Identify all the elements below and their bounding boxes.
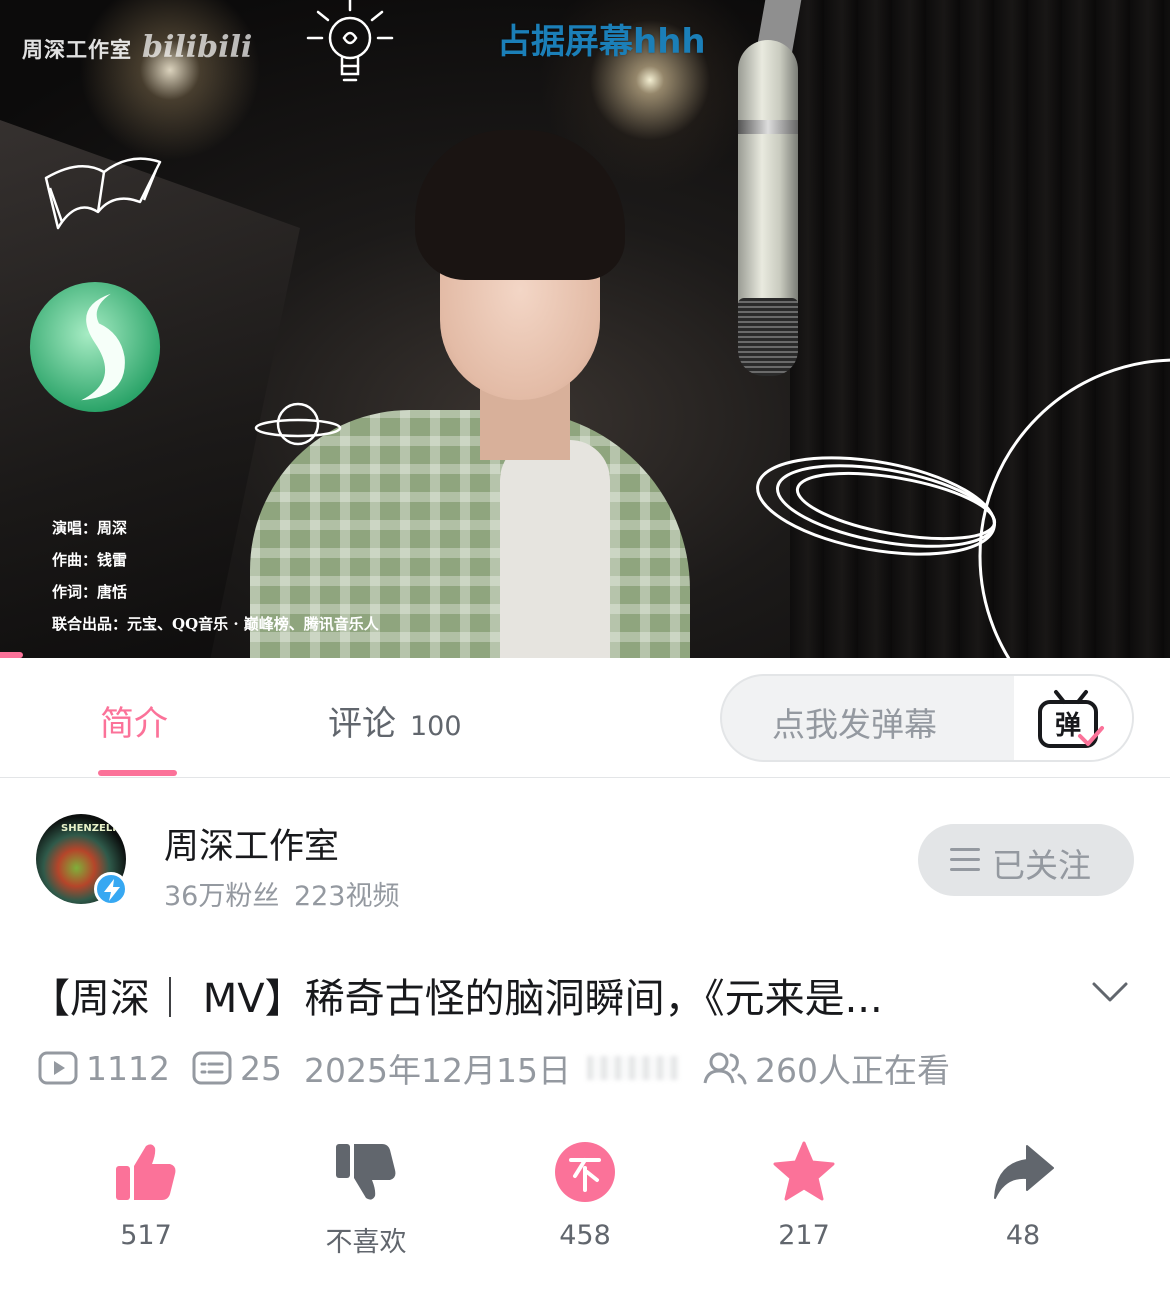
video-count: 223视频 — [293, 881, 400, 912]
uploader-card: SHENZELF 周深工作室 36万粉丝 223视频 已关注 — [0, 778, 1170, 928]
tab-intro-label: 简介 — [100, 704, 168, 744]
view-count: 1112 — [86, 1048, 170, 1088]
credit-line: 作词：唐恬 — [52, 583, 128, 601]
favorite-button[interactable]: 217 — [724, 1140, 884, 1251]
video-credits: 演唱：周深 作曲：钱雷 作词：唐恬 联合出品：元宝、QQ音乐 · 巅峰榜、腾讯音… — [52, 512, 379, 640]
follow-label: 已关注 — [992, 846, 1091, 885]
tab-intro[interactable]: 简介 — [100, 696, 168, 745]
danmaku-tv-icon: 弹 — [1038, 690, 1104, 748]
menu-icon — [950, 848, 980, 872]
action-bar: 517 不喜欢 458 217 48 — [0, 1140, 1170, 1280]
tab-comments[interactable]: 评论 100 — [328, 696, 462, 745]
video-player[interactable]: 周深工作室 bilibili 占据屏幕hhh 演唱：周深 作曲：钱雷 作词：唐恬… — [0, 0, 1170, 658]
danmaku-comment: 占据屏幕hhh — [497, 22, 706, 62]
play-count-icon — [38, 1051, 78, 1085]
active-tab-indicator — [98, 770, 177, 776]
svg-text:弹: 弹 — [1055, 711, 1081, 741]
thumbs-down-icon — [336, 1144, 396, 1200]
share-icon — [994, 1145, 1054, 1199]
blurred-time — [586, 1056, 679, 1080]
book-doodle — [44, 157, 162, 230]
video-meta: 1112 25 2025年12月15日 260人正在看 — [38, 1046, 950, 1090]
comment-count: 100 — [410, 711, 462, 742]
danmaku-input[interactable]: 点我发弹幕 弹 — [720, 674, 1134, 762]
channel-watermark: 周深工作室 bilibili — [22, 30, 253, 65]
lightbulb-doodle — [306, 0, 394, 82]
video-title: 【周深｜ MV】稀奇古怪的脑洞瞬间，《元来是... — [30, 976, 883, 1022]
chevron-down-icon[interactable] — [1090, 978, 1130, 1006]
like-count: 517 — [120, 1220, 172, 1251]
logo-sphere — [29, 281, 161, 413]
dislike-button[interactable]: 不喜欢 — [286, 1140, 446, 1259]
coin-icon — [555, 1142, 615, 1202]
big-planet-doodle — [756, 358, 1170, 658]
credit-line: 联合出品：元宝、QQ音乐 · 巅峰榜、腾讯音乐人 — [52, 615, 379, 633]
credit-line: 作曲：钱雷 — [52, 551, 128, 569]
coin-count: 458 — [559, 1220, 611, 1251]
fans-count: 36万粉丝 — [164, 881, 280, 912]
like-button[interactable]: 517 — [66, 1140, 226, 1251]
credit-line: 演唱：周深 — [52, 519, 128, 537]
danmaku-placeholder: 点我发弹幕 — [772, 705, 937, 744]
publish-date: 2025年12月15日 — [303, 1051, 571, 1090]
danmaku-count: 25 — [239, 1048, 282, 1088]
danmaku-count-icon — [192, 1051, 232, 1085]
danmaku-toggle-button[interactable]: 弹 — [1014, 676, 1132, 760]
tab-bar: 简介 评论 100 点我发弹幕 弹 — [0, 658, 1170, 778]
favorite-count: 217 — [778, 1220, 830, 1251]
uploader-name[interactable]: 周深工作室 — [164, 818, 339, 869]
tab-comments-label: 评论 — [328, 704, 396, 744]
dislike-label: 不喜欢 — [325, 1227, 407, 1258]
thumbs-up-icon — [116, 1144, 176, 1200]
bilibili-logo: bilibili — [142, 30, 253, 65]
viewers-icon — [703, 1052, 747, 1085]
avatar-text: SHENZELF — [61, 823, 120, 834]
verified-badge-icon — [94, 872, 128, 906]
share-button[interactable]: 48 — [943, 1140, 1103, 1251]
uploader-stats: 36万粉丝 223视频 — [164, 874, 400, 913]
watching-count: 260人正在看 — [754, 1051, 950, 1090]
share-count: 48 — [1005, 1220, 1041, 1251]
follow-button[interactable]: 已关注 — [918, 824, 1134, 896]
planet-doodle — [254, 402, 342, 446]
coin-button[interactable]: 458 — [505, 1140, 665, 1251]
star-icon — [773, 1141, 835, 1201]
microphone — [738, 40, 798, 310]
